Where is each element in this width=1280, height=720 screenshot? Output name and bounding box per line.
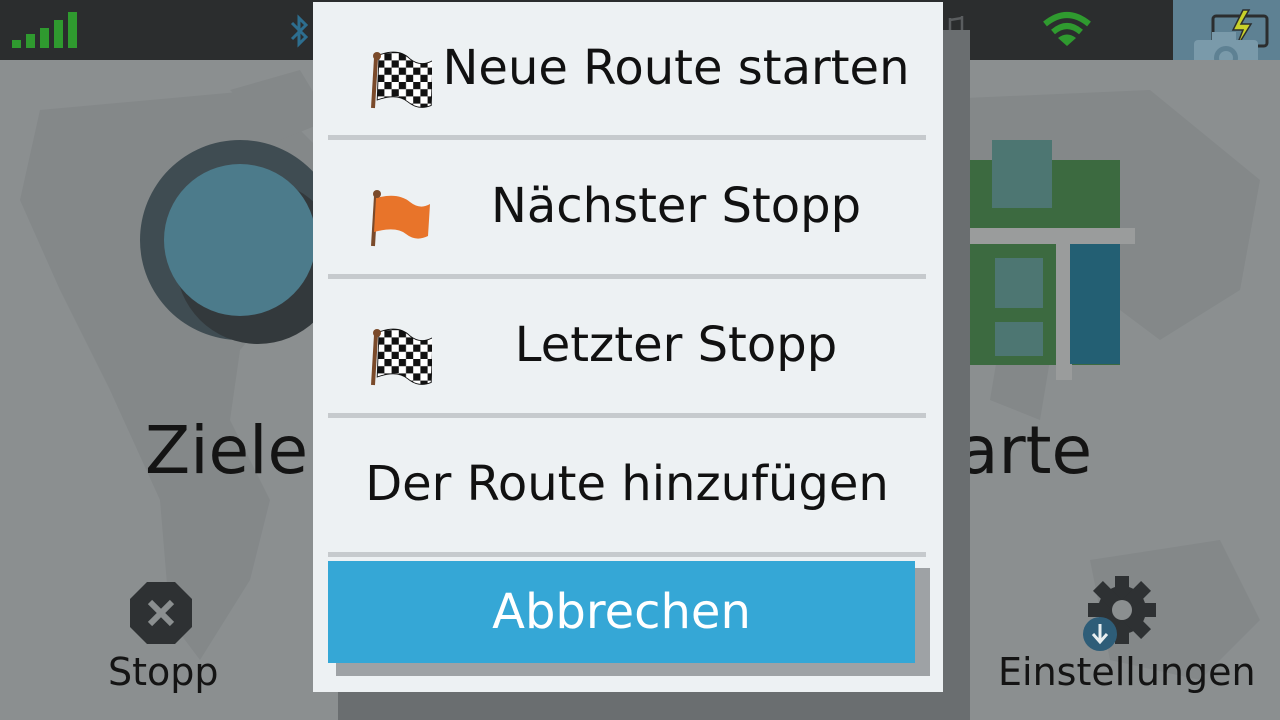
menu-item-next-stop[interactable]: Nächster Stopp xyxy=(328,140,926,274)
divider xyxy=(328,552,926,557)
menu-item-label: Der Route hinzufügen xyxy=(365,456,889,512)
settings-label: Einstellungen xyxy=(998,650,1256,694)
menu-item-label: Nächster Stopp xyxy=(490,178,862,234)
stop-label: Stopp xyxy=(108,650,219,694)
menu-item-label: Neue Route starten xyxy=(442,40,910,96)
menu-item-add-to-route[interactable]: Der Route hinzufügen xyxy=(328,418,926,552)
menu-item-new-route[interactable]: Neue Route starten xyxy=(328,2,926,136)
background-title-right: arte xyxy=(958,412,1093,489)
gear-icon xyxy=(1083,576,1156,651)
where-to-icon xyxy=(140,140,340,344)
bluetooth-icon xyxy=(290,14,309,48)
menu-item-last-stop[interactable]: Letzter Stopp xyxy=(328,279,926,413)
stop-icon xyxy=(130,582,192,644)
cancel-button[interactable]: Abbrechen xyxy=(328,561,915,663)
route-options-dialog: Neue Route starten Nächster Stopp Letzte… xyxy=(313,2,943,692)
menu-item-label: Letzter Stopp xyxy=(514,317,838,373)
wifi-icon xyxy=(1043,12,1091,46)
background-title-left: Zielei xyxy=(145,412,327,489)
